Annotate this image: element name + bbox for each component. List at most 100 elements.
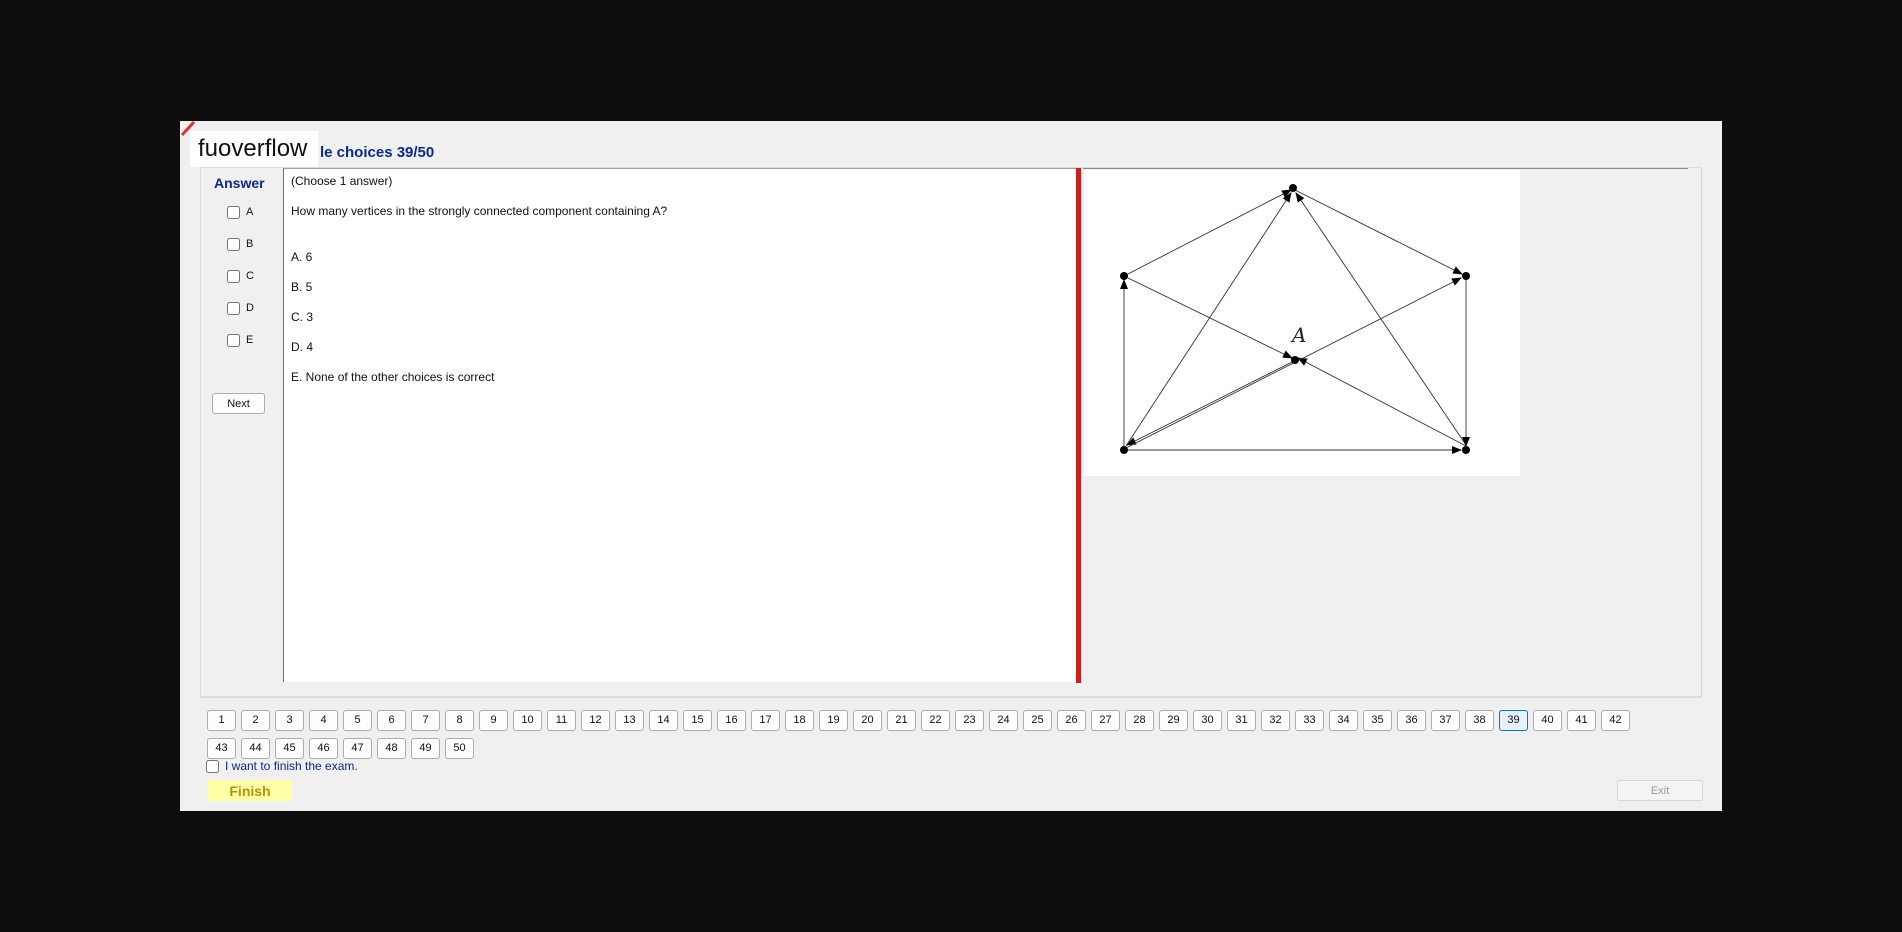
answer-option-label: D <box>246 302 254 314</box>
question-button-18[interactable]: 18 <box>785 710 814 731</box>
answer-checkbox-d[interactable] <box>227 301 240 315</box>
question-button-39[interactable]: 39 <box>1499 710 1528 731</box>
question-button-49[interactable]: 49 <box>411 738 440 759</box>
question-button-40[interactable]: 40 <box>1533 710 1562 731</box>
question-button-12[interactable]: 12 <box>581 710 610 731</box>
question-button-33[interactable]: 33 <box>1295 710 1324 731</box>
graph-vertex <box>1120 272 1128 280</box>
page-title: le choices 39/50 <box>320 144 435 161</box>
question-button-2[interactable]: 2 <box>241 710 270 731</box>
question-button-11[interactable]: 11 <box>547 710 576 731</box>
graph-vertex <box>1462 446 1470 454</box>
graph-vertex <box>1291 356 1299 364</box>
graph-vertex <box>1289 184 1297 192</box>
finish-button[interactable]: Finish <box>208 780 292 801</box>
graph-edge <box>1297 357 1467 447</box>
question-button-48[interactable]: 48 <box>377 738 406 759</box>
question-button-29[interactable]: 29 <box>1159 710 1188 731</box>
graph-edge <box>1292 188 1463 275</box>
finish-exam-checkbox[interactable] <box>206 759 219 773</box>
question-button-1[interactable]: 1 <box>207 710 236 731</box>
choice-b: B. 5 <box>291 280 313 294</box>
question-button-32[interactable]: 32 <box>1261 710 1290 731</box>
question-button-23[interactable]: 23 <box>955 710 984 731</box>
question-button-5[interactable]: 5 <box>343 710 372 731</box>
question-button-7[interactable]: 7 <box>411 710 440 731</box>
answer-option-b[interactable]: B <box>227 236 253 252</box>
question-button-17[interactable]: 17 <box>751 710 780 731</box>
logo: fuoverflow <box>190 131 318 167</box>
answer-option-e[interactable]: E <box>227 332 253 348</box>
answer-option-d[interactable]: D <box>227 300 254 316</box>
graph-figure: A <box>1084 170 1520 476</box>
question-button-45[interactable]: 45 <box>275 738 304 759</box>
choice-c: C. 3 <box>291 310 314 324</box>
question-button-9[interactable]: 9 <box>479 710 508 731</box>
figure-top-border <box>1083 168 1688 169</box>
answer-checkbox-a[interactable] <box>227 205 240 219</box>
question-button-25[interactable]: 25 <box>1023 710 1052 731</box>
choice-d: D. 4 <box>291 340 314 354</box>
question-button-38[interactable]: 38 <box>1465 710 1494 731</box>
graph-edge <box>1125 276 1293 359</box>
answer-option-label: E <box>246 334 254 346</box>
choice-a: A. 6 <box>291 250 313 264</box>
finish-exam-checkbox-row[interactable]: I want to finish the exam. <box>206 759 358 773</box>
question-button-46[interactable]: 46 <box>309 738 338 759</box>
question-button-26[interactable]: 26 <box>1057 710 1086 731</box>
question-button-50[interactable]: 50 <box>445 738 474 759</box>
question-button-34[interactable]: 34 <box>1329 710 1358 731</box>
question-button-37[interactable]: 37 <box>1431 710 1460 731</box>
question-button-30[interactable]: 30 <box>1193 710 1222 731</box>
question-instruction: (Choose 1 answer) <box>291 174 393 188</box>
answer-checkbox-c[interactable] <box>227 269 240 283</box>
graph-edge <box>1126 361 1293 446</box>
question-button-22[interactable]: 22 <box>921 710 950 731</box>
next-button[interactable]: Next <box>212 393 265 414</box>
answer-checkbox-e[interactable] <box>227 333 240 347</box>
question-button-44[interactable]: 44 <box>241 738 270 759</box>
finish-exam-label: I want to finish the exam. <box>225 759 358 773</box>
graph-edge <box>1123 189 1292 277</box>
graph-vertex <box>1120 446 1128 454</box>
question-button-24[interactable]: 24 <box>989 710 1018 731</box>
answer-option-a[interactable]: A <box>227 204 253 220</box>
question-button-31[interactable]: 31 <box>1227 710 1256 731</box>
question-button-42[interactable]: 42 <box>1601 710 1630 731</box>
question-button-8[interactable]: 8 <box>445 710 474 731</box>
graph-edge <box>1125 192 1292 447</box>
question-button-16[interactable]: 16 <box>717 710 746 731</box>
question-button-41[interactable]: 41 <box>1567 710 1596 731</box>
answer-checkbox-b[interactable] <box>227 237 240 251</box>
question-button-35[interactable]: 35 <box>1363 710 1392 731</box>
question-button-28[interactable]: 28 <box>1125 710 1154 731</box>
panel-separator <box>200 697 1702 698</box>
question-button-13[interactable]: 13 <box>615 710 644 731</box>
answer-option-label: C <box>246 270 254 282</box>
choice-e: E. None of the other choices is correct <box>291 370 495 384</box>
answer-option-label: A <box>246 206 254 218</box>
question-button-10[interactable]: 10 <box>513 710 542 731</box>
question-button-15[interactable]: 15 <box>683 710 712 731</box>
exit-button[interactable]: Exit <box>1617 780 1703 801</box>
question-button-4[interactable]: 4 <box>309 710 338 731</box>
exam-window: fuoverflow le choices 39/50 Answer A B C… <box>180 121 1722 811</box>
question-button-14[interactable]: 14 <box>649 710 678 731</box>
panel-divider[interactable] <box>1076 168 1081 683</box>
question-button-43[interactable]: 43 <box>207 738 236 759</box>
graph-vertex <box>1462 272 1470 280</box>
question-button-6[interactable]: 6 <box>377 710 406 731</box>
answer-option-label: B <box>246 238 254 250</box>
question-button-36[interactable]: 36 <box>1397 710 1426 731</box>
answer-option-c[interactable]: C <box>227 268 254 284</box>
answer-heading: Answer <box>214 175 265 191</box>
question-button-3[interactable]: 3 <box>275 710 304 731</box>
question-panel[interactable]: (Choose 1 answer) How many vertices in t… <box>283 168 1078 682</box>
question-button-21[interactable]: 21 <box>887 710 916 731</box>
question-text: How many vertices in the strongly connec… <box>291 204 668 218</box>
question-button-47[interactable]: 47 <box>343 738 372 759</box>
vertex-label-a: A <box>1290 323 1306 347</box>
question-button-19[interactable]: 19 <box>819 710 848 731</box>
question-button-20[interactable]: 20 <box>853 710 882 731</box>
question-button-27[interactable]: 27 <box>1091 710 1120 731</box>
